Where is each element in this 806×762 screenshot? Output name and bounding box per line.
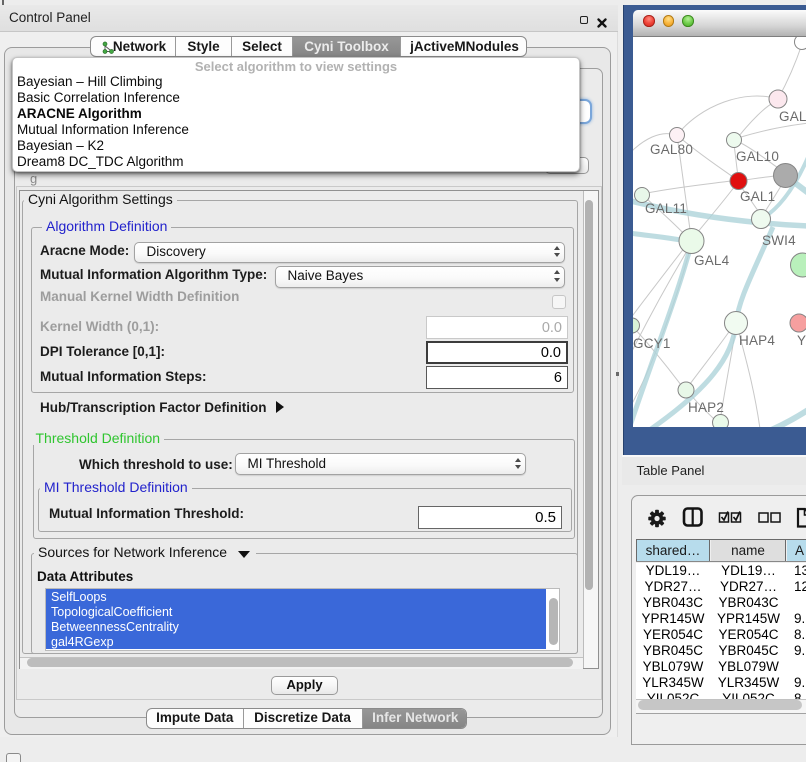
svg-text:GAL7: GAL7 — [779, 109, 806, 124]
svg-text:GAL80: GAL80 — [650, 142, 693, 157]
svg-text:GAL4: GAL4 — [694, 253, 730, 268]
svg-text:HAP4: HAP4 — [739, 333, 775, 348]
svg-text:GAL11: GAL11 — [645, 201, 687, 216]
svg-text:GCY1: GCY1 — [633, 336, 671, 351]
svg-text:GAL10: GAL10 — [736, 149, 779, 164]
svg-text:Y: Y — [797, 333, 806, 348]
svg-text:GAL1: GAL1 — [740, 189, 775, 204]
svg-text:SWI4: SWI4 — [762, 233, 796, 248]
svg-text:HAP2: HAP2 — [688, 400, 724, 415]
